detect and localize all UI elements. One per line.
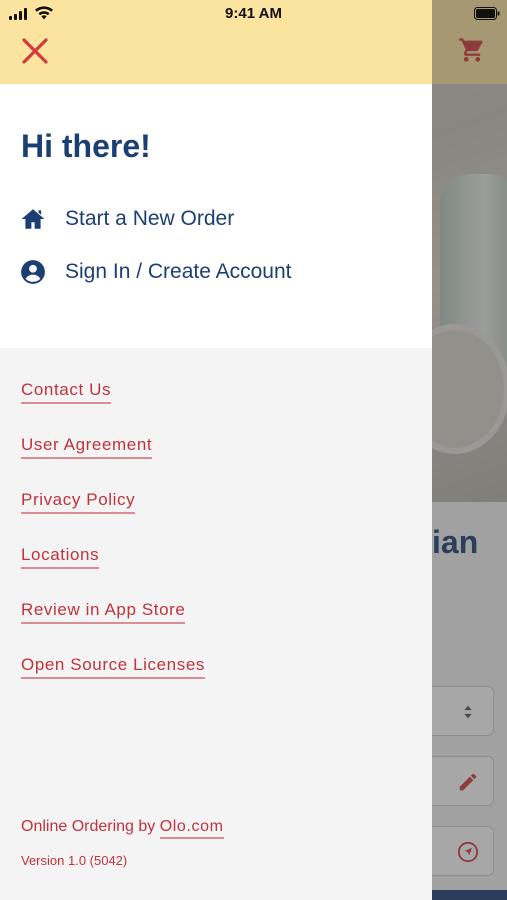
open-source-licenses-link[interactable]: Open Source Licenses xyxy=(21,655,205,679)
start-new-order-item[interactable]: Start a New Order xyxy=(20,204,234,234)
greeting-heading: Hi there! xyxy=(21,128,151,164)
side-drawer: Hi there! Start a New Order Sign In / Cr… xyxy=(0,0,432,900)
home-icon xyxy=(21,209,45,229)
review-app-store-link[interactable]: Review in App Store xyxy=(21,600,186,624)
olo-link[interactable]: Olo.com xyxy=(159,818,224,839)
status-bar: 9:41 AM xyxy=(0,0,507,26)
online-ordering-prefix: Online Ordering by xyxy=(21,818,160,835)
sign-in-label: Sign In / Create Account xyxy=(65,260,292,283)
user-agreement-link[interactable]: User Agreement xyxy=(21,435,153,459)
locations-link[interactable]: Locations xyxy=(21,545,100,569)
battery-icon xyxy=(474,7,500,20)
contact-us-link[interactable]: Contact Us xyxy=(21,380,112,404)
account-circle-icon xyxy=(21,260,45,284)
version-text: Version 1.0 (5042) xyxy=(21,853,128,868)
start-new-order-label: Start a New Order xyxy=(65,207,235,230)
close-icon[interactable] xyxy=(20,36,50,66)
online-ordering-footer: Online Ordering by Olo.com xyxy=(21,818,224,839)
privacy-policy-link[interactable]: Privacy Policy xyxy=(21,490,136,514)
status-time: 9:41 AM xyxy=(225,5,282,22)
sign-in-item[interactable]: Sign In / Create Account xyxy=(20,257,291,287)
